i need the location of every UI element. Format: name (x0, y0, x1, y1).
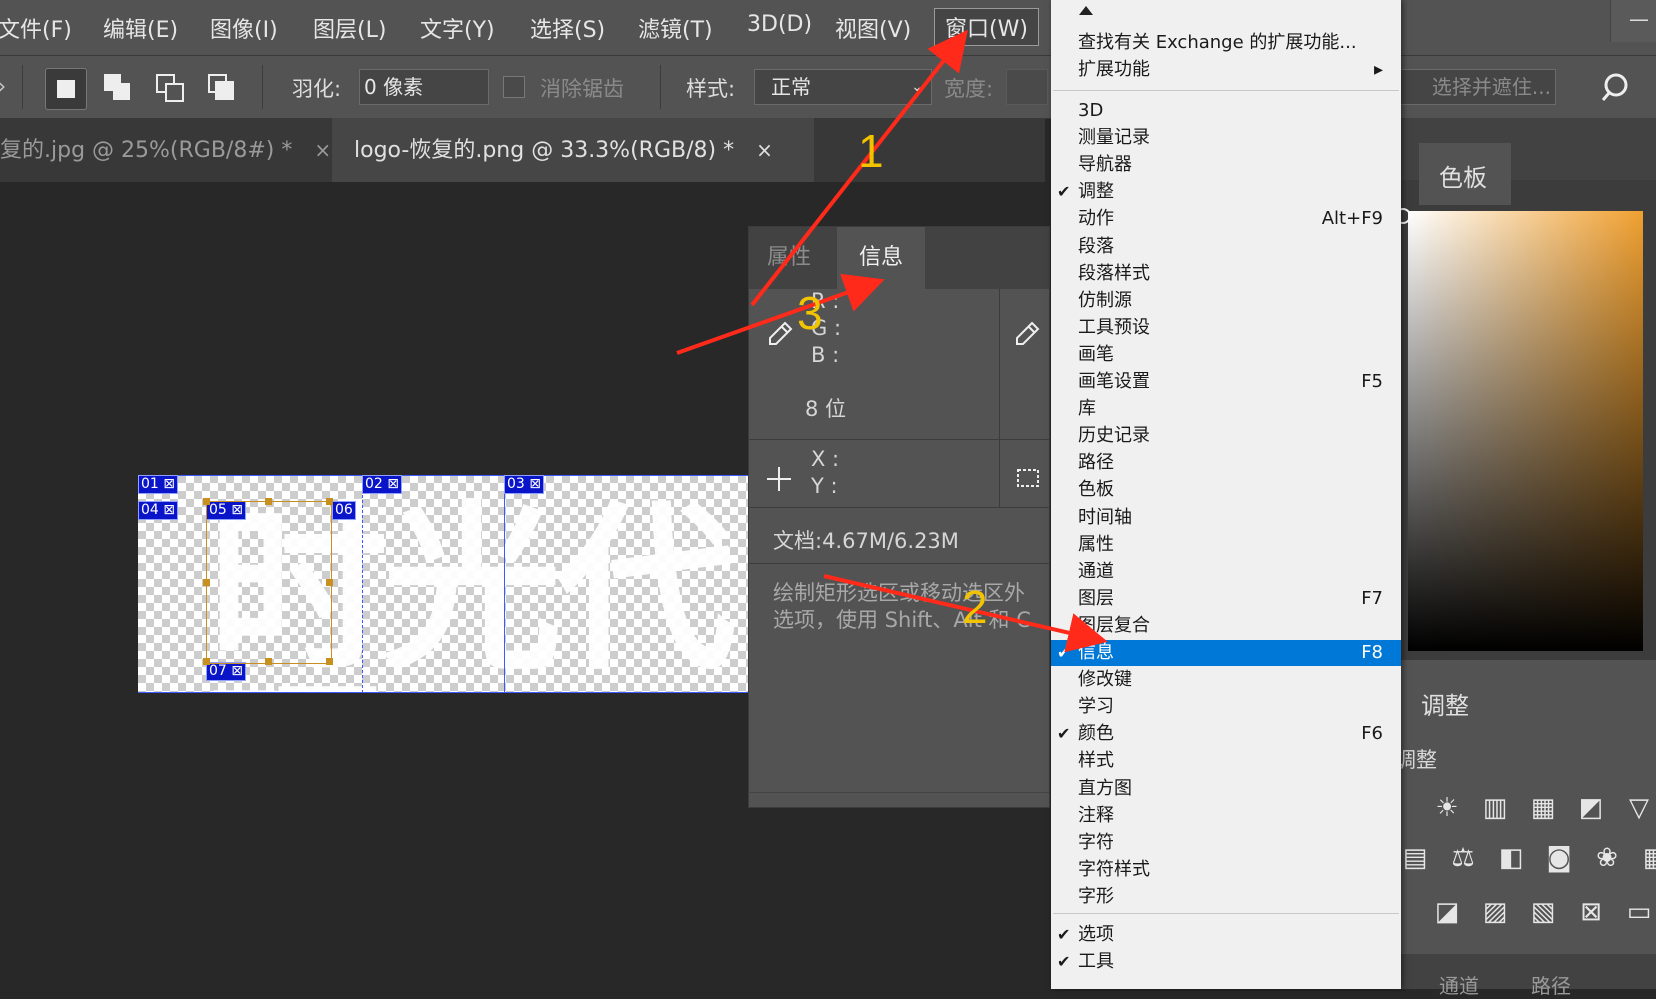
annotation-number-3: 3 (797, 287, 823, 339)
annotation-number-2: 2 (962, 581, 988, 633)
arrow-3 (676, 273, 885, 355)
annotation-number-1: 1 (858, 125, 884, 177)
annotation-arrows (676, 29, 1108, 653)
